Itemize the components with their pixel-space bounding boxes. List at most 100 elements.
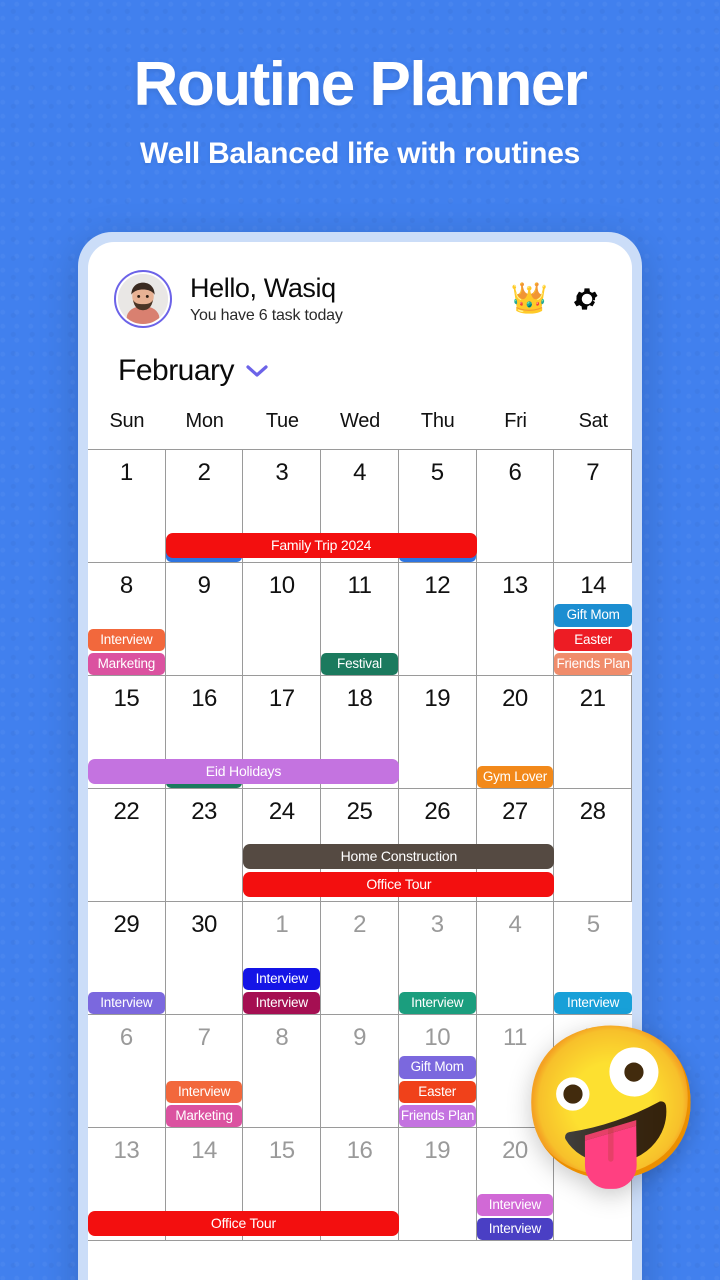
- multi-day-event-bar[interactable]: Home Construction: [243, 844, 555, 869]
- event-chip[interactable]: Friends Plan: [398, 1104, 476, 1127]
- event-chip[interactable]: Marketing: [88, 652, 165, 675]
- calendar-day-cell[interactable]: 2: [321, 902, 399, 1014]
- avatar[interactable]: [114, 270, 172, 328]
- event-chip[interactable]: Interview: [243, 991, 321, 1014]
- gear-icon-svg: [574, 288, 598, 310]
- calendar-day-cell[interactable]: 22: [88, 789, 166, 901]
- event-chip[interactable]: Interview: [88, 628, 165, 651]
- app-screen: Hello, Wasiq You have 6 task today 👑 Feb…: [88, 242, 632, 1280]
- calendar-day-cell[interactable]: 3 Interview: [398, 902, 477, 1014]
- calendar-day-cell[interactable]: 4: [477, 902, 555, 1014]
- calendar-day-cell[interactable]: 7: [554, 450, 632, 562]
- day-number: 5: [430, 459, 444, 486]
- day-number: 14: [580, 572, 606, 599]
- day-number: 7: [586, 459, 600, 486]
- weekday-header: Sun Mon Tue Wed Thu Fri Sat: [88, 388, 632, 449]
- calendar-week-row: 22 23 24 25 26 27 28 Home Construction Office To…: [88, 789, 632, 902]
- calendar-day-cell[interactable]: 7 Interview Marketing: [165, 1015, 244, 1127]
- event-chip[interactable]: Interview: [476, 1193, 554, 1216]
- gear-icon[interactable]: [572, 284, 602, 314]
- event-chip[interactable]: Interview: [554, 991, 632, 1014]
- day-number: 28: [579, 798, 606, 825]
- chevron-down-icon[interactable]: [246, 364, 268, 378]
- day-number: 16: [346, 1137, 373, 1164]
- day-event-chip-stack: Interview: [88, 991, 165, 1014]
- calendar-day-cell[interactable]: 10 Gift Mom Easter Friends Plan: [398, 1015, 477, 1127]
- day-number: 16: [191, 685, 217, 712]
- event-chip[interactable]: Gym Lover: [476, 765, 554, 788]
- app-header: Hello, Wasiq You have 6 task today 👑: [88, 242, 632, 328]
- day-number: 19: [424, 1137, 451, 1164]
- day-number: 6: [119, 1024, 133, 1051]
- event-chip[interactable]: Marketing: [165, 1104, 243, 1127]
- calendar-day-cell[interactable]: 13: [477, 563, 555, 675]
- calendar-grid: 12Marketing345Social67Family Trip 20248I…: [88, 449, 632, 1241]
- day-event-chip-stack: Interview Marketing: [165, 1080, 243, 1127]
- calendar-day-cell[interactable]: 8 Interview Marketing: [88, 563, 166, 675]
- calendar-day-cell[interactable]: 23: [166, 789, 244, 901]
- calendar-day-cell[interactable]: 19: [399, 676, 477, 788]
- event-chip[interactable]: Interview: [88, 991, 165, 1014]
- calendar-day-cell[interactable]: 14 Gift Mom Easter Friends Plan: [554, 563, 632, 675]
- calendar-day-cell[interactable]: 21: [554, 1128, 632, 1240]
- weekday-label-mon: Mon: [185, 410, 224, 432]
- crown-icon[interactable]: 👑: [511, 284, 548, 314]
- day-number: 19: [424, 685, 451, 712]
- weekday-label-tue: Tue: [265, 410, 299, 432]
- calendar-day-cell[interactable]: 29 Interview: [88, 902, 166, 1014]
- calendar-day-cell[interactable]: 11: [477, 1015, 555, 1127]
- event-chip[interactable]: Interview: [398, 991, 476, 1014]
- day-number: 2: [197, 459, 211, 486]
- calendar-day-cell[interactable]: 20 Interview Interview: [476, 1128, 555, 1240]
- weekday-label-sun: Sun: [109, 410, 145, 432]
- calendar-week-row: 12Marketing345Social67Family Trip 2024: [88, 450, 632, 563]
- calendar-day-cell[interactable]: 5 Interview: [554, 902, 632, 1014]
- multi-day-event-bar[interactable]: Eid Holidays: [88, 759, 399, 784]
- multi-day-event-bar[interactable]: Office Tour: [243, 872, 555, 897]
- calendar-day-cell[interactable]: 1 Interview Interview: [243, 902, 322, 1014]
- calendar-day-cell[interactable]: 28: [554, 789, 632, 901]
- day-number: 11: [502, 1024, 527, 1051]
- weekday-label-wed: Wed: [340, 410, 380, 432]
- calendar-day-cell[interactable]: 12: [554, 1015, 632, 1127]
- day-event-chip-stack: Interview Interview: [243, 967, 321, 1014]
- calendar-week-row: 13 14 15 16 19 20 Interview Interview 21 Office T…: [88, 1128, 632, 1241]
- event-chip[interactable]: Gift Mom: [554, 604, 632, 627]
- calendar-day-cell[interactable]: 21: [554, 676, 632, 788]
- event-chip[interactable]: Friends Plan: [554, 652, 632, 675]
- event-chip[interactable]: Gift Mom: [398, 1056, 476, 1079]
- calendar-day-cell[interactable]: 19: [399, 1128, 477, 1240]
- calendar-day-cell[interactable]: 9: [321, 1015, 399, 1127]
- day-number: 23: [191, 798, 217, 825]
- day-number: 1: [275, 911, 289, 938]
- calendar-day-cell[interactable]: 8: [243, 1015, 322, 1127]
- calendar-week-row: 6 7 Interview Marketing 8 9 10 Gift Mom Easter Fr…: [88, 1015, 632, 1128]
- calendar-day-cell[interactable]: 11 Festival: [321, 563, 399, 675]
- event-chip[interactable]: Festival: [321, 652, 398, 675]
- calendar-day-cell[interactable]: 6: [477, 450, 555, 562]
- calendar-day-cell[interactable]: 1: [88, 450, 166, 562]
- event-chip[interactable]: Easter: [554, 628, 632, 651]
- day-number: 1: [119, 459, 133, 486]
- multi-day-event-bar[interactable]: Office Tour: [88, 1211, 399, 1236]
- event-chip[interactable]: Interview: [476, 1217, 554, 1240]
- day-number: 15: [113, 685, 140, 712]
- calendar-day-cell[interactable]: 20 Gym Lover: [476, 676, 555, 788]
- month-selector[interactable]: February: [88, 328, 632, 388]
- day-number: 22: [113, 798, 140, 825]
- event-chip[interactable]: Interview: [243, 967, 321, 990]
- event-chip[interactable]: Interview: [165, 1080, 243, 1103]
- multi-day-event-bar[interactable]: Family Trip 2024: [165, 533, 477, 558]
- day-number: 11: [347, 572, 372, 599]
- event-chip[interactable]: Easter: [398, 1080, 476, 1103]
- day-number: 18: [346, 685, 373, 712]
- calendar-day-cell[interactable]: 12: [399, 563, 477, 675]
- calendar-day-cell[interactable]: 6: [88, 1015, 166, 1127]
- calendar-day-cell[interactable]: 30: [166, 902, 244, 1014]
- calendar-week-row: 8 Interview Marketing 9 10 11 Festival 12 13 14 Gi…: [88, 563, 632, 676]
- day-number: 6: [508, 459, 522, 486]
- calendar-day-cell[interactable]: 9: [166, 563, 244, 675]
- day-number: 10: [424, 1024, 451, 1051]
- header-actions: 👑: [511, 284, 606, 314]
- calendar-day-cell[interactable]: 10: [243, 563, 322, 675]
